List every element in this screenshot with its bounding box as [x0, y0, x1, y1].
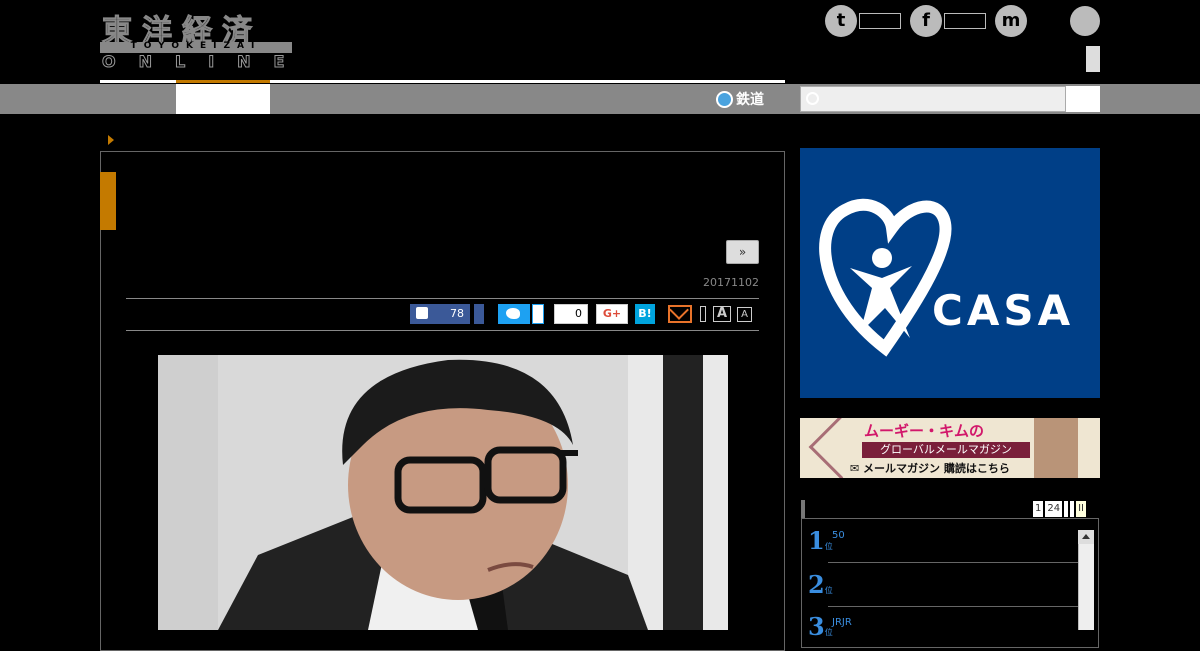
header-side-button[interactable]	[1086, 46, 1100, 72]
nav-rail-label: 鉄道	[736, 92, 764, 108]
rss-icon[interactable]	[1070, 6, 1100, 36]
ranking-list	[801, 518, 1099, 648]
nav-rail-link[interactable]: 鉄道	[716, 88, 764, 110]
ranking-tab-4[interactable]	[1070, 501, 1075, 517]
facebook-share-tail[interactable]	[474, 304, 484, 324]
ranking-tab-1[interactable]: 1	[1033, 501, 1044, 517]
rank-number: 1	[808, 526, 825, 555]
site-logo[interactable]: 東洋経済 TOYOKEIZAI ONLINE	[100, 6, 294, 72]
rank-unit: 位	[824, 628, 833, 637]
search-icon	[806, 92, 819, 105]
logo-online: ONLINE	[101, 52, 308, 72]
logo-sub: TOYOKEIZAI	[130, 41, 262, 51]
article-date: 20171102	[703, 276, 759, 289]
facebook-share-count	[944, 13, 986, 29]
ranking-item-3-title[interactable]: JRJR	[832, 617, 852, 628]
rank-number: 3	[808, 612, 825, 641]
like-count: 78	[450, 307, 464, 320]
ranking-tab-3[interactable]	[1064, 501, 1069, 517]
tweet-count	[532, 304, 544, 324]
tweet-button[interactable]	[498, 304, 530, 324]
thumbs-up-icon	[416, 307, 428, 319]
rank-number: 2	[808, 570, 825, 599]
twitter-icon[interactable]: t	[825, 5, 857, 37]
ranking-tab-5[interactable]: ΙΙ	[1076, 501, 1087, 517]
facebook-icon[interactable]: f	[910, 5, 942, 37]
ranking-header-bar	[801, 500, 805, 518]
casa-heart-logo	[819, 198, 952, 357]
search-button[interactable]	[1066, 86, 1100, 112]
newsletter-ad-cta: ✉ メールマガジン 購読はこちら	[850, 462, 1010, 475]
newsletter-ad-banner[interactable]: ムーギー・キムの グローバルメールマガジン ✉ メールマガジン 購読はこちら	[800, 418, 1100, 478]
newsletter-ad-portrait	[1034, 418, 1078, 478]
next-page-button[interactable]: »	[726, 240, 759, 264]
ranking-tabs: 1 24 ΙΙ	[1033, 501, 1087, 517]
breadcrumb-arrow-icon	[108, 135, 114, 145]
search-input[interactable]	[800, 86, 1066, 112]
article-photo	[158, 355, 728, 630]
messenger-icon[interactable]: m	[995, 5, 1027, 37]
portrait-illustration	[158, 355, 728, 630]
ranking-divider	[828, 562, 1078, 563]
header-divider	[100, 80, 785, 83]
twitter-bird-icon	[506, 308, 520, 319]
newsletter-ad-subtitle: グローバルメールマガジン	[862, 442, 1030, 458]
ranking-item-1[interactable]: 1位	[808, 526, 833, 555]
nav-tab-active[interactable]	[176, 84, 270, 114]
share-bottom-divider	[126, 330, 759, 331]
mail-icon[interactable]	[668, 300, 692, 323]
ranking-item-1-title[interactable]: 50	[832, 530, 845, 541]
ranking-scrollbar[interactable]	[1078, 530, 1094, 630]
header-accent	[176, 80, 270, 83]
font-size-large-button[interactable]: A	[713, 306, 731, 322]
share-top-divider	[126, 298, 759, 299]
facebook-like-button[interactable]: 78	[410, 304, 470, 324]
ranking-tab-24[interactable]: 24	[1045, 501, 1063, 517]
casa-ad-banner[interactable]	[800, 148, 1100, 398]
rank-unit: 位	[824, 586, 833, 595]
twitter-share-count	[859, 13, 901, 29]
rank-unit: 位	[824, 542, 833, 551]
newsletter-ad-title: ムーギー・キムの	[864, 422, 985, 440]
casa-ad-text: CASA	[932, 286, 1075, 335]
pocket-count[interactable]: 0	[554, 304, 588, 324]
ranking-divider	[828, 606, 1078, 607]
font-size-small-button[interactable]: A	[737, 307, 752, 322]
scroll-up-arrow-icon[interactable]	[1078, 530, 1094, 544]
print-button[interactable]	[700, 306, 706, 322]
ranking-item-2[interactable]: 2位	[808, 570, 833, 599]
category-tag-bar	[100, 172, 116, 230]
hatena-bookmark-button[interactable]: B!	[635, 304, 655, 324]
train-icon	[716, 90, 733, 108]
ranking-item-3[interactable]: 3位	[808, 612, 833, 641]
google-plus-button[interactable]: G+	[596, 304, 628, 324]
